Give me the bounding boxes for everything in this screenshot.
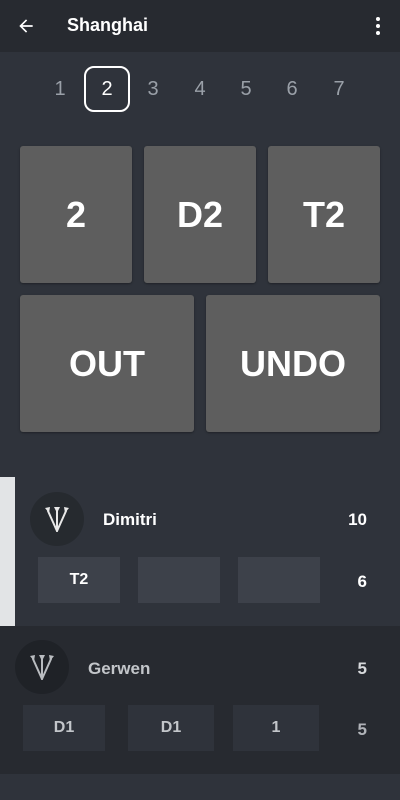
out-button[interactable]: OUT — [20, 295, 194, 432]
undo-button[interactable]: UNDO — [206, 295, 380, 432]
dart-1-box: T2 — [38, 557, 120, 603]
page-title: Shanghai — [67, 15, 149, 35]
app-bar: Shanghai — [0, 0, 400, 52]
dart-2-box: D1 — [128, 705, 214, 751]
player-card-active: Dimitri 10 T2 6 — [0, 477, 400, 626]
single-button[interactable]: 2 — [20, 146, 132, 283]
player-total-score: 5 — [357, 659, 367, 678]
player-name: Gerwen — [88, 659, 151, 678]
round-7[interactable]: 7 — [316, 66, 362, 112]
more-vertical-icon — [376, 17, 380, 35]
avatar — [30, 492, 84, 546]
player-round-score: 6 — [357, 572, 367, 591]
round-6[interactable]: 6 — [269, 66, 315, 112]
avatar — [15, 640, 69, 694]
arrow-left-icon — [19, 19, 33, 33]
round-3[interactable]: 3 — [130, 66, 176, 112]
dart-3-box: 1 — [233, 705, 319, 751]
round-selector: 1 2 3 4 5 6 7 — [0, 66, 400, 112]
dart-2-box — [138, 557, 220, 603]
triple-button[interactable]: T2 — [268, 146, 380, 283]
double-button[interactable]: D2 — [144, 146, 256, 283]
back-button[interactable] — [10, 10, 42, 42]
player-card-inactive: Gerwen 5 D1 D1 1 5 — [0, 626, 400, 774]
player-total-score: 10 — [348, 510, 367, 529]
round-1[interactable]: 1 — [37, 66, 83, 112]
dart-1-box: D1 — [23, 705, 105, 751]
more-options-button[interactable] — [364, 10, 392, 42]
darts-icon — [45, 507, 69, 532]
round-5[interactable]: 5 — [223, 66, 269, 112]
bottom-strip — [0, 774, 400, 800]
darts-icon — [30, 655, 54, 680]
active-player-indicator — [0, 477, 15, 626]
player-name: Dimitri — [103, 510, 157, 529]
dart-3-box — [238, 557, 320, 603]
player-round-score: 5 — [357, 720, 367, 739]
round-2[interactable]: 2 — [84, 66, 130, 112]
round-4[interactable]: 4 — [177, 66, 223, 112]
